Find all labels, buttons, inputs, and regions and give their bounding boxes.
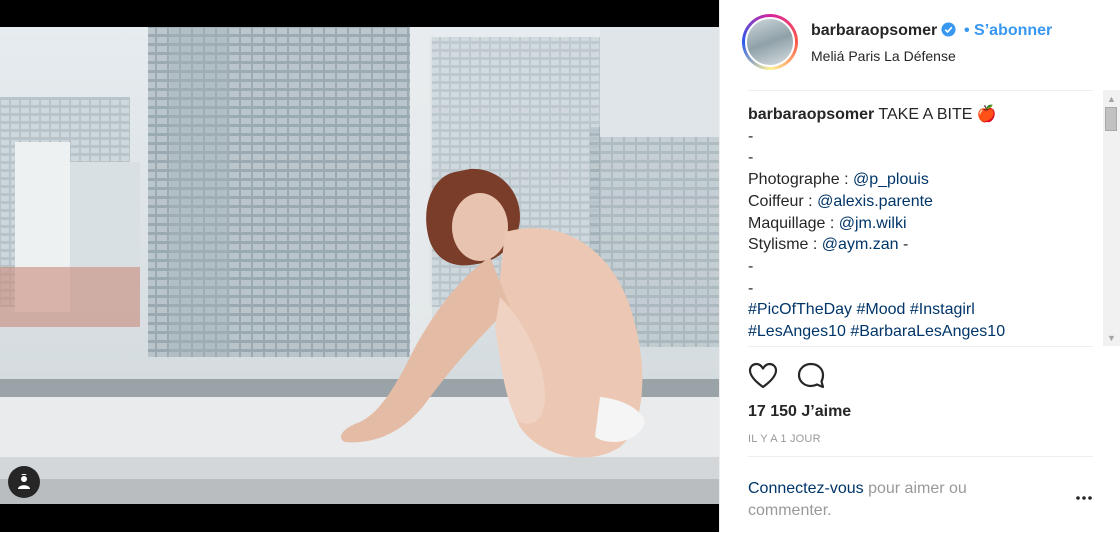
caption-line-text: Maquillage : bbox=[748, 214, 839, 232]
apple-emoji-icon: 🍎 bbox=[976, 106, 997, 123]
caption-line-suffix: - bbox=[898, 236, 909, 254]
login-link[interactable]: Connectez-vous bbox=[748, 480, 864, 497]
caption-username[interactable]: barbaraopsomer bbox=[748, 106, 874, 123]
caption-line: Maquillage : @jm.wilki bbox=[748, 213, 1093, 235]
hashtag-link[interactable]: #Instagirl bbox=[910, 301, 975, 318]
likes-count[interactable]: 17 150 J’aime bbox=[748, 403, 851, 421]
comment-bubble-icon[interactable] bbox=[796, 361, 826, 391]
follow-button[interactable]: • S’abonner bbox=[964, 22, 1052, 40]
photo-pane bbox=[0, 0, 719, 532]
post-photo[interactable] bbox=[0, 27, 719, 504]
username-link[interactable]: barbaraopsomer bbox=[811, 22, 956, 40]
mention-link[interactable]: @jm.wilki bbox=[839, 215, 907, 232]
caption-line-text: Coiffeur : bbox=[748, 192, 818, 210]
verified-badge-icon bbox=[941, 22, 956, 37]
post-timestamp[interactable]: IL Y A 1 JOUR bbox=[748, 433, 821, 445]
caption-title: TAKE A BITE bbox=[878, 106, 973, 123]
mention-link[interactable]: @alexis.parente bbox=[817, 193, 933, 210]
caption-title-line: barbaraopsomer TAKE A BITE 🍎 bbox=[748, 104, 1093, 126]
caption-line-text: - bbox=[748, 127, 754, 145]
scroll-thumb[interactable] bbox=[1105, 107, 1117, 131]
user-tag-icon[interactable] bbox=[8, 466, 40, 498]
user-tag-glyph bbox=[18, 474, 30, 489]
post-sidebar: barbaraopsomer • S’abonner Meliá Paris L… bbox=[719, 0, 1120, 532]
hashtag-link[interactable]: #Mood bbox=[857, 301, 906, 318]
caption: barbaraopsomer TAKE A BITE 🍎 - - Photogr… bbox=[748, 91, 1093, 343]
more-options-icon[interactable] bbox=[1074, 493, 1094, 503]
hashtag-line: #PicOfTheDay #Mood #Instagirl bbox=[748, 299, 1093, 321]
scroll-down-arrow-icon[interactable]: ▼ bbox=[1103, 329, 1120, 346]
caption-area: barbaraopsomer TAKE A BITE 🍎 - - Photogr… bbox=[748, 90, 1093, 347]
caption-line: Stylisme : @aym.zan - bbox=[748, 234, 1093, 256]
heart-icon[interactable] bbox=[748, 361, 778, 391]
scroll-up-arrow-icon[interactable]: ▲ bbox=[1103, 90, 1120, 107]
hashtag-link[interactable]: #PicOfTheDay bbox=[748, 301, 852, 318]
post-header: barbaraopsomer • S’abonner Meliá Paris L… bbox=[720, 0, 1120, 76]
caption-line-text: Stylisme : bbox=[748, 236, 822, 254]
username-text: barbaraopsomer bbox=[811, 22, 938, 39]
caption-scrollbar[interactable]: ▲ ▼ bbox=[1103, 90, 1120, 346]
caption-line: Photographe : @p_plouis bbox=[748, 169, 1093, 191]
caption-line-text: - bbox=[748, 257, 754, 275]
hashtag-link[interactable]: #LesAnges10 bbox=[748, 323, 846, 340]
caption-line: - bbox=[748, 126, 1093, 148]
caption-line-text: Photographe : bbox=[748, 171, 853, 189]
caption-line: - bbox=[748, 147, 1093, 169]
comment-login-area: Connectez-vous pour aimer ou commenter. bbox=[748, 456, 1093, 533]
caption-line-text: - bbox=[748, 279, 754, 297]
mention-link[interactable]: @aym.zan bbox=[822, 236, 899, 253]
caption-line: Coiffeur : @alexis.parente bbox=[748, 191, 1093, 213]
caption-line: - bbox=[748, 278, 1093, 300]
mention-link[interactable]: @p_plouis bbox=[853, 171, 929, 188]
avatar-image bbox=[745, 17, 795, 67]
hashtag-link[interactable]: #BarbaraLesAnges10 bbox=[850, 323, 1005, 340]
caption-line: - bbox=[748, 256, 1093, 278]
avatar[interactable] bbox=[742, 14, 798, 70]
photo-scene bbox=[0, 27, 719, 504]
caption-line-text: - bbox=[748, 149, 754, 167]
hashtag-line: #LesAnges10 #BarbaraLesAnges10 bbox=[748, 321, 1093, 343]
location-link[interactable]: Meliá Paris La Défense bbox=[811, 48, 956, 64]
login-prompt: Connectez-vous pour aimer ou commenter. bbox=[748, 478, 1008, 521]
post-actions: 17 150 J’aime IL Y A 1 JOUR bbox=[748, 346, 1093, 457]
